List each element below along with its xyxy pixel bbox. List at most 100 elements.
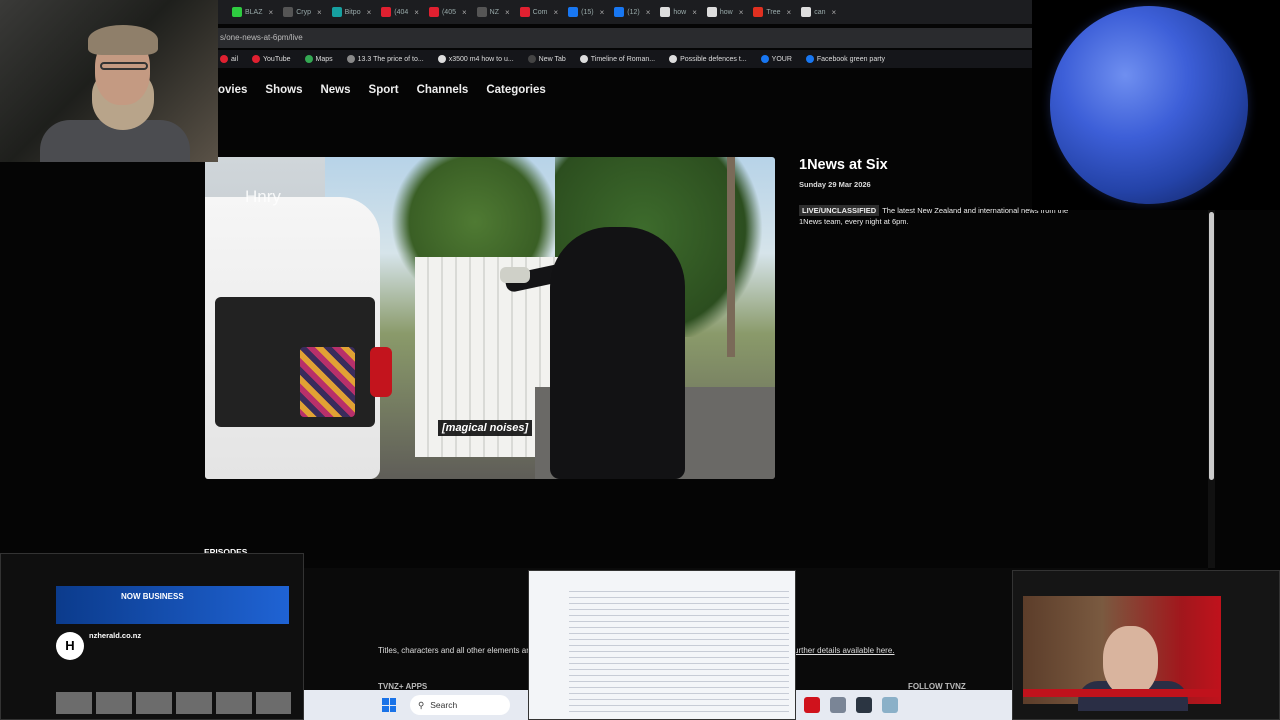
bookmark-item[interactable]: New Tab: [527, 55, 566, 63]
tab-close-icon[interactable]: ×: [462, 8, 467, 17]
bookmark-favicon-icon: [805, 55, 814, 63]
settings-gear-icon[interactable]: [830, 697, 846, 713]
bookmark-favicon-icon: [437, 55, 446, 63]
bookmark-favicon-icon: [527, 55, 536, 63]
tab-close-icon[interactable]: ×: [367, 8, 372, 17]
bookmark-item[interactable]: ail: [220, 55, 238, 63]
app-red-icon[interactable]: [804, 697, 820, 713]
planet-overlay: [1032, 0, 1280, 210]
windows-start-icon[interactable]: [382, 698, 396, 712]
tab-close-icon[interactable]: ×: [832, 8, 837, 17]
classification-badge: LIVE/UNCLASSIFIED: [799, 205, 880, 216]
taskbar-search[interactable]: ⚲ Search: [410, 695, 510, 715]
video-player[interactable]: Hnry [magical noises]: [205, 157, 775, 479]
browser-tab[interactable]: Tree ×: [749, 2, 795, 22]
nav-channels[interactable]: Channels: [417, 84, 469, 96]
browser-tab[interactable]: (404 ×: [377, 2, 423, 22]
bookmark-item[interactable]: 13.3 The price of to...: [346, 55, 424, 63]
tab-close-icon[interactable]: ×: [600, 8, 605, 17]
tab-favicon-icon: [801, 7, 812, 17]
tab-label: how: [719, 8, 733, 16]
bookmark-item[interactable]: YOUR: [760, 55, 792, 63]
browser-tab[interactable]: how ×: [656, 2, 701, 22]
bookmark-favicon-icon: [220, 55, 228, 63]
stream-video-frame: [1023, 596, 1221, 711]
browser-tab[interactable]: (15) ×: [564, 2, 608, 22]
tab-close-icon[interactable]: ×: [646, 8, 651, 17]
scene-car: [205, 197, 392, 479]
bookmark-label: 13.3 The price of to...: [357, 55, 424, 63]
tab-label: can: [814, 8, 826, 16]
nav-movies[interactable]: ovies: [218, 84, 247, 96]
show-description-block: LIVE/UNCLASSIFIED The latest New Zealand …: [799, 205, 1069, 227]
nav-news[interactable]: News: [320, 84, 350, 96]
taskbar-search-label: Search: [430, 700, 458, 710]
browser-tab[interactable]: how ×: [703, 2, 748, 22]
nav-categories[interactable]: Categories: [486, 84, 545, 96]
app-light-icon[interactable]: [882, 697, 898, 713]
browser-tab[interactable]: Bitpo ×: [328, 2, 376, 22]
screen: BLAZ × Cryp × Bitpo × (404 × (405 × NZ × Com × (15) × (1…: [0, 0, 1280, 720]
nav-shows[interactable]: Shows: [265, 84, 302, 96]
browser-tab[interactable]: Com ×: [516, 2, 562, 22]
stream-person-face: [1103, 626, 1158, 696]
app-dark-icon[interactable]: [856, 697, 872, 713]
nav-sport[interactable]: Sport: [369, 84, 399, 96]
bookmark-item[interactable]: YouTube: [252, 55, 291, 63]
tab-label: NZ: [489, 8, 499, 16]
scene-bag: [300, 347, 355, 417]
tab-label: Cryp: [296, 8, 311, 16]
bookmark-label: New Tab: [538, 55, 566, 63]
bookmark-item[interactable]: Maps: [304, 55, 333, 63]
channel-banner-title: NOW BUSINESS: [121, 592, 184, 601]
scene-robed-figure: [550, 227, 685, 479]
page-scrollbar-thumb[interactable]: [1209, 212, 1214, 480]
channel-video-row: [56, 692, 291, 714]
browser-tab[interactable]: NZ ×: [473, 2, 514, 22]
browser-tab[interactable]: (405 ×: [425, 2, 471, 22]
tab-close-icon[interactable]: ×: [553, 8, 558, 17]
tab-close-icon[interactable]: ×: [505, 8, 510, 17]
tab-label: (404: [394, 8, 409, 16]
thumbnail-email-inbox: [528, 570, 796, 720]
tab-label: BLAZ: [245, 8, 263, 16]
webcam-person-hair: [88, 25, 158, 55]
neptune-planet-image: [1050, 6, 1248, 204]
webcam-overlay: [0, 0, 218, 162]
video-subtitle: [magical noises]: [438, 420, 533, 436]
tab-close-icon[interactable]: ×: [739, 8, 744, 17]
footer-legal-link[interactable]: urther details available here.: [794, 646, 895, 655]
bookmark-item[interactable]: Facebook green party: [805, 55, 885, 63]
browser-tab[interactable]: BLAZ ×: [228, 2, 277, 22]
browser-tab[interactable]: (12) ×: [610, 2, 654, 22]
tab-close-icon[interactable]: ×: [692, 8, 697, 17]
bookmark-favicon-icon: [252, 55, 261, 63]
address-bar[interactable]: s/one-news-at-6pm/live: [218, 28, 1032, 48]
bookmark-favicon-icon: [669, 55, 678, 63]
bookmark-item[interactable]: Timeline of Roman...: [579, 55, 655, 63]
tab-close-icon[interactable]: ×: [414, 8, 419, 17]
bookmark-label: Possible defences t...: [680, 55, 747, 63]
tab-label: how: [673, 8, 687, 16]
tab-favicon-icon: [753, 7, 764, 17]
footer-legal-text: Titles, characters and all other element…: [378, 646, 534, 655]
show-info: 1News at Six Sunday 29 Mar 2026 LIVE/UNC…: [799, 157, 1069, 227]
bookmark-item[interactable]: x3500 m4 how to u...: [437, 55, 514, 63]
browser-tab[interactable]: Cryp ×: [279, 2, 325, 22]
tab-favicon-icon: [428, 7, 439, 17]
bookmark-favicon-icon: [346, 55, 355, 63]
scene-power-pole: [727, 157, 735, 357]
webcam-person-glasses: [100, 62, 148, 70]
tab-close-icon[interactable]: ×: [787, 8, 792, 17]
bookmark-label: YOUR: [771, 55, 792, 63]
tab-close-icon[interactable]: ×: [269, 8, 274, 17]
browser-tab[interactable]: can ×: [797, 2, 840, 22]
tab-favicon-icon: [568, 7, 579, 17]
bookmark-item[interactable]: Possible defences t...: [669, 55, 747, 63]
search-icon: ⚲: [418, 699, 425, 710]
tab-favicon-icon: [614, 7, 625, 17]
bookmark-label: Maps: [315, 55, 333, 63]
bookmark-label: Facebook green party: [816, 55, 885, 63]
tab-close-icon[interactable]: ×: [317, 8, 322, 17]
channel-name: nzherald.co.nz: [89, 631, 142, 640]
